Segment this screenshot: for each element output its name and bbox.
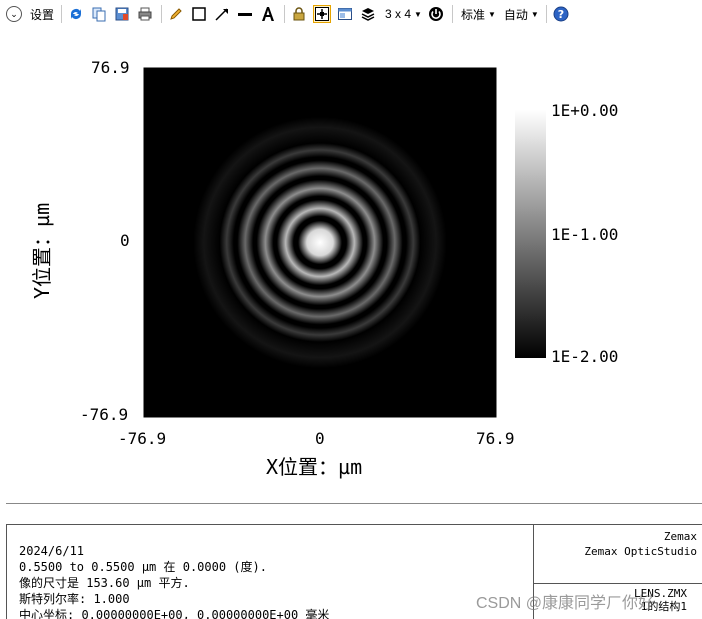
caret-down-icon: ▼ (487, 9, 496, 19)
fit-window-button[interactable] (313, 5, 332, 23)
layers-icon (361, 8, 375, 21)
copy-icon (92, 7, 106, 22)
lock-button[interactable] (290, 5, 308, 23)
refresh-icon (71, 8, 82, 19)
grid-layout-label: 3 x 4 (385, 7, 412, 21)
print-button[interactable] (136, 5, 154, 23)
save-image-icon (115, 7, 129, 21)
brand-product: Zemax OpticStudio (584, 545, 697, 558)
auto-update-button[interactable] (427, 5, 445, 23)
save-image-button[interactable] (113, 5, 131, 23)
info-image-size: 像的尺寸是 153.60 µm 平方. (19, 576, 190, 590)
x-tick-label-left: -76.9 (118, 429, 167, 448)
info-date: 2024/6/11 (19, 544, 85, 558)
y-tick-label-top: 76.9 (91, 58, 130, 77)
colorbar (515, 110, 546, 358)
y-axis-title: Y位置：µm (30, 202, 54, 299)
settings-button[interactable]: 设置 (27, 3, 54, 25)
grid-layout-dropdown[interactable]: 3 x 4 ▼ (382, 3, 422, 25)
info-center-coords: 中心坐标: 0.00000000E+00, 0.00000000E+00 毫米 (19, 608, 330, 619)
chevron-down-icon: ⌄ (6, 6, 22, 22)
rectangle-icon (192, 7, 206, 21)
layers-button[interactable] (359, 5, 377, 23)
power-icon (428, 7, 443, 21)
x-tick-label-right: 76.9 (476, 429, 515, 448)
collapse-button[interactable]: ⌄ (6, 3, 22, 25)
info-strehl: 斯特列尔率: 1.000 (19, 592, 130, 606)
arrow-icon (215, 8, 229, 21)
psf-intensity-image (144, 68, 496, 417)
standard-dropdown[interactable]: 标准 ▼ (458, 3, 496, 25)
x-axis-title: X位置：µm (266, 455, 363, 479)
toolbar-separator (545, 5, 547, 23)
printer-icon (138, 7, 152, 21)
info-wavelength: 0.5500 to 0.5500 µm 在 0.0000 (度). (19, 560, 267, 574)
info-right-divider (533, 583, 702, 584)
y-tick-label-mid: 0 (120, 231, 130, 250)
line-tool-button[interactable] (236, 5, 254, 23)
window-layout-icon (338, 8, 353, 20)
line-icon (238, 13, 253, 16)
toolbar-separator (284, 5, 286, 23)
colorbar-label-mid: 1E-1.00 (551, 225, 619, 244)
refresh-button[interactable] (67, 5, 85, 23)
text-tool-button[interactable] (259, 5, 277, 23)
pencil-icon (170, 8, 182, 20)
psf-plot-area: 76.9 0 -76.9 -76.9 0 76.9 X位置：µm Y位置：µm … (0, 28, 702, 503)
settings-label: 设置 (30, 7, 55, 22)
svg-text:?: ? (558, 8, 564, 21)
auto-label: 自动 (503, 7, 528, 22)
colorbar-label-min: 1E-2.00 (551, 347, 619, 366)
rectangle-tool-button[interactable] (190, 5, 208, 23)
x-tick-label-mid: 0 (315, 429, 325, 448)
watermark: CSDN @康康同学ㄏ你好 (476, 595, 655, 612)
pencil-tool-button[interactable] (167, 5, 185, 23)
toolbar-separator (451, 5, 453, 23)
help-button[interactable]: ? (552, 5, 570, 23)
standard-label: 标准 (460, 7, 485, 22)
info-text-block: 2024/6/11 0.5500 to 0.5500 µm 在 0.0000 (… (19, 543, 329, 619)
colorbar-label-max: 1E+0.00 (551, 101, 619, 120)
fit-window-icon (315, 7, 330, 21)
arrow-tool-button[interactable] (213, 5, 231, 23)
caret-down-icon: ▼ (530, 9, 539, 19)
lock-icon (293, 7, 305, 21)
psf-plot-svg (143, 67, 546, 418)
toolbar: ⌄ 设置 3 x 4 ▼ 标准 ▼ 自动 ▼ ? (0, 0, 702, 28)
help-icon: ? (553, 6, 569, 22)
info-brand-block: Zemax Zemax OpticStudio (533, 529, 702, 559)
window-layout-button[interactable] (336, 5, 354, 23)
copy-button[interactable] (90, 5, 108, 23)
toolbar-separator (61, 5, 63, 23)
brand-name: Zemax (663, 530, 697, 543)
auto-dropdown[interactable]: 自动 ▼ (501, 3, 539, 25)
text-icon (262, 7, 275, 21)
caret-down-icon: ▼ (414, 9, 422, 19)
y-tick-label-bottom: -76.9 (80, 405, 129, 424)
toolbar-separator (161, 5, 163, 23)
